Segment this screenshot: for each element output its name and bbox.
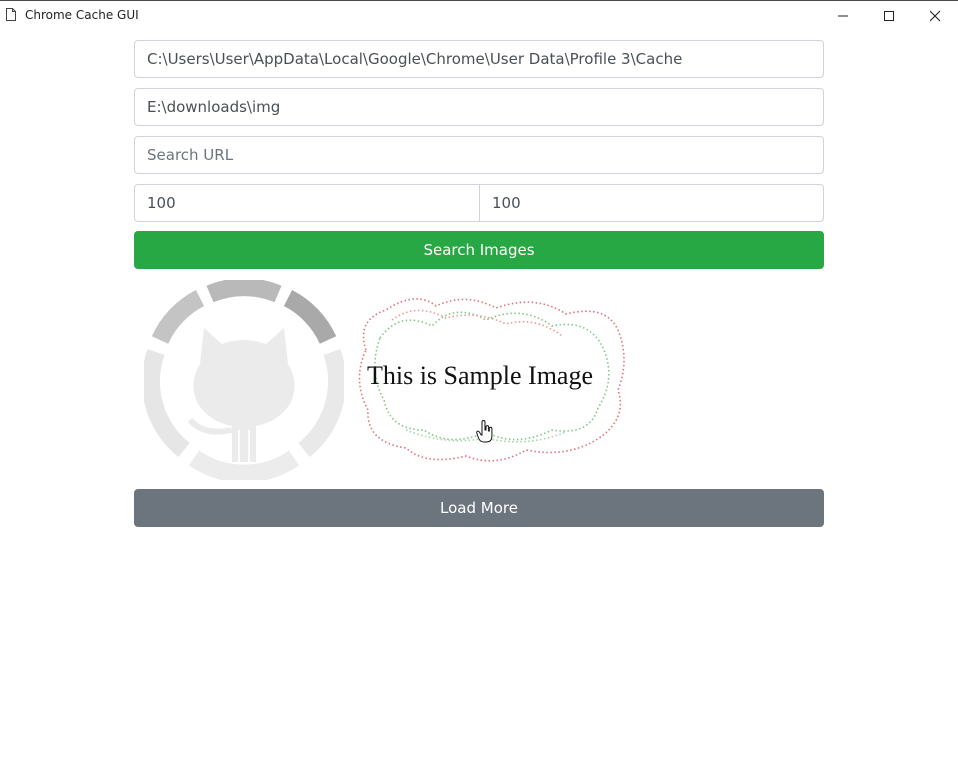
maximize-icon	[884, 11, 894, 21]
ring-segment-left-top	[151, 289, 205, 345]
search-images-button[interactable]: Search Images	[134, 231, 824, 269]
output-path-input[interactable]	[134, 88, 824, 126]
minimize-button[interactable]	[820, 1, 866, 31]
size-input-group	[134, 184, 824, 222]
minimize-icon	[838, 15, 848, 17]
close-icon	[929, 10, 941, 22]
cache-path-input[interactable]	[134, 40, 824, 78]
document-icon	[6, 8, 16, 21]
ring-segment-right-top	[283, 289, 337, 345]
search-url-input[interactable]	[134, 136, 824, 174]
ring-segment-left	[144, 349, 190, 458]
sample-image-caption: This is Sample Image	[367, 361, 593, 390]
scribble-red-inner	[391, 309, 563, 337]
load-more-button[interactable]: Load More	[134, 489, 824, 527]
image-results: This is Sample Image	[134, 280, 824, 480]
ring-segment-top	[206, 280, 282, 303]
hand-cursor-icon	[476, 420, 493, 443]
height-input[interactable]	[479, 184, 824, 222]
close-button[interactable]	[912, 1, 958, 31]
width-input[interactable]	[134, 184, 479, 222]
octocat-icon	[187, 328, 295, 462]
title-bar: Chrome Cache GUI	[0, 0, 958, 30]
github-logo-thumbnail[interactable]	[144, 280, 344, 480]
window-title: Chrome Cache GUI	[25, 8, 139, 22]
ring-segment-right	[298, 349, 344, 458]
maximize-button[interactable]	[866, 1, 912, 31]
